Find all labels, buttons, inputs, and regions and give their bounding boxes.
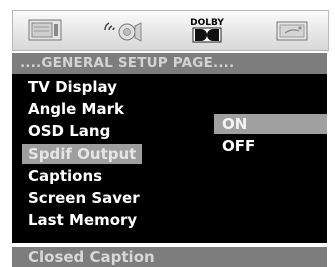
page-title: ....GENERAL SETUP PAGE.... [20,55,235,71]
menu-item-spdif-output[interactable]: Spdif Output [22,144,143,164]
option-on[interactable]: ON [214,114,327,134]
menu-item-screen-saver[interactable]: Screen Saver [28,188,140,208]
status-text: Closed Caption [28,248,155,266]
option-off[interactable]: OFF [214,136,327,156]
dolby-label: DOLBY [190,18,224,28]
dolby-digital-icon: DOLBY [190,18,224,43]
menu-item-tv-display[interactable]: TV Display [28,77,117,97]
setup-menu-panel: TV Display Angle Mark OSD Lang Spdif Out… [12,74,327,243]
tab-dolby[interactable]: DOLBY [179,15,235,45]
tab-preference[interactable] [265,15,321,45]
status-bar: Closed Caption [12,247,327,267]
menu-item-captions[interactable]: Captions [28,166,102,186]
tab-speaker-setup[interactable] [97,15,153,45]
tab-general-setup[interactable] [19,15,75,45]
page-header: ....GENERAL SETUP PAGE.... [12,53,327,74]
menu-item-osd-lang[interactable]: OSD Lang [28,121,110,141]
menu-item-last-memory[interactable]: Last Memory [28,210,137,230]
preference-icon [276,21,308,41]
speaker-setup-icon [104,22,142,42]
general-setup-icon [28,19,62,41]
menu-item-angle-mark[interactable]: Angle Mark [28,99,124,119]
setup-tab-bar: DOLBY [12,10,329,51]
